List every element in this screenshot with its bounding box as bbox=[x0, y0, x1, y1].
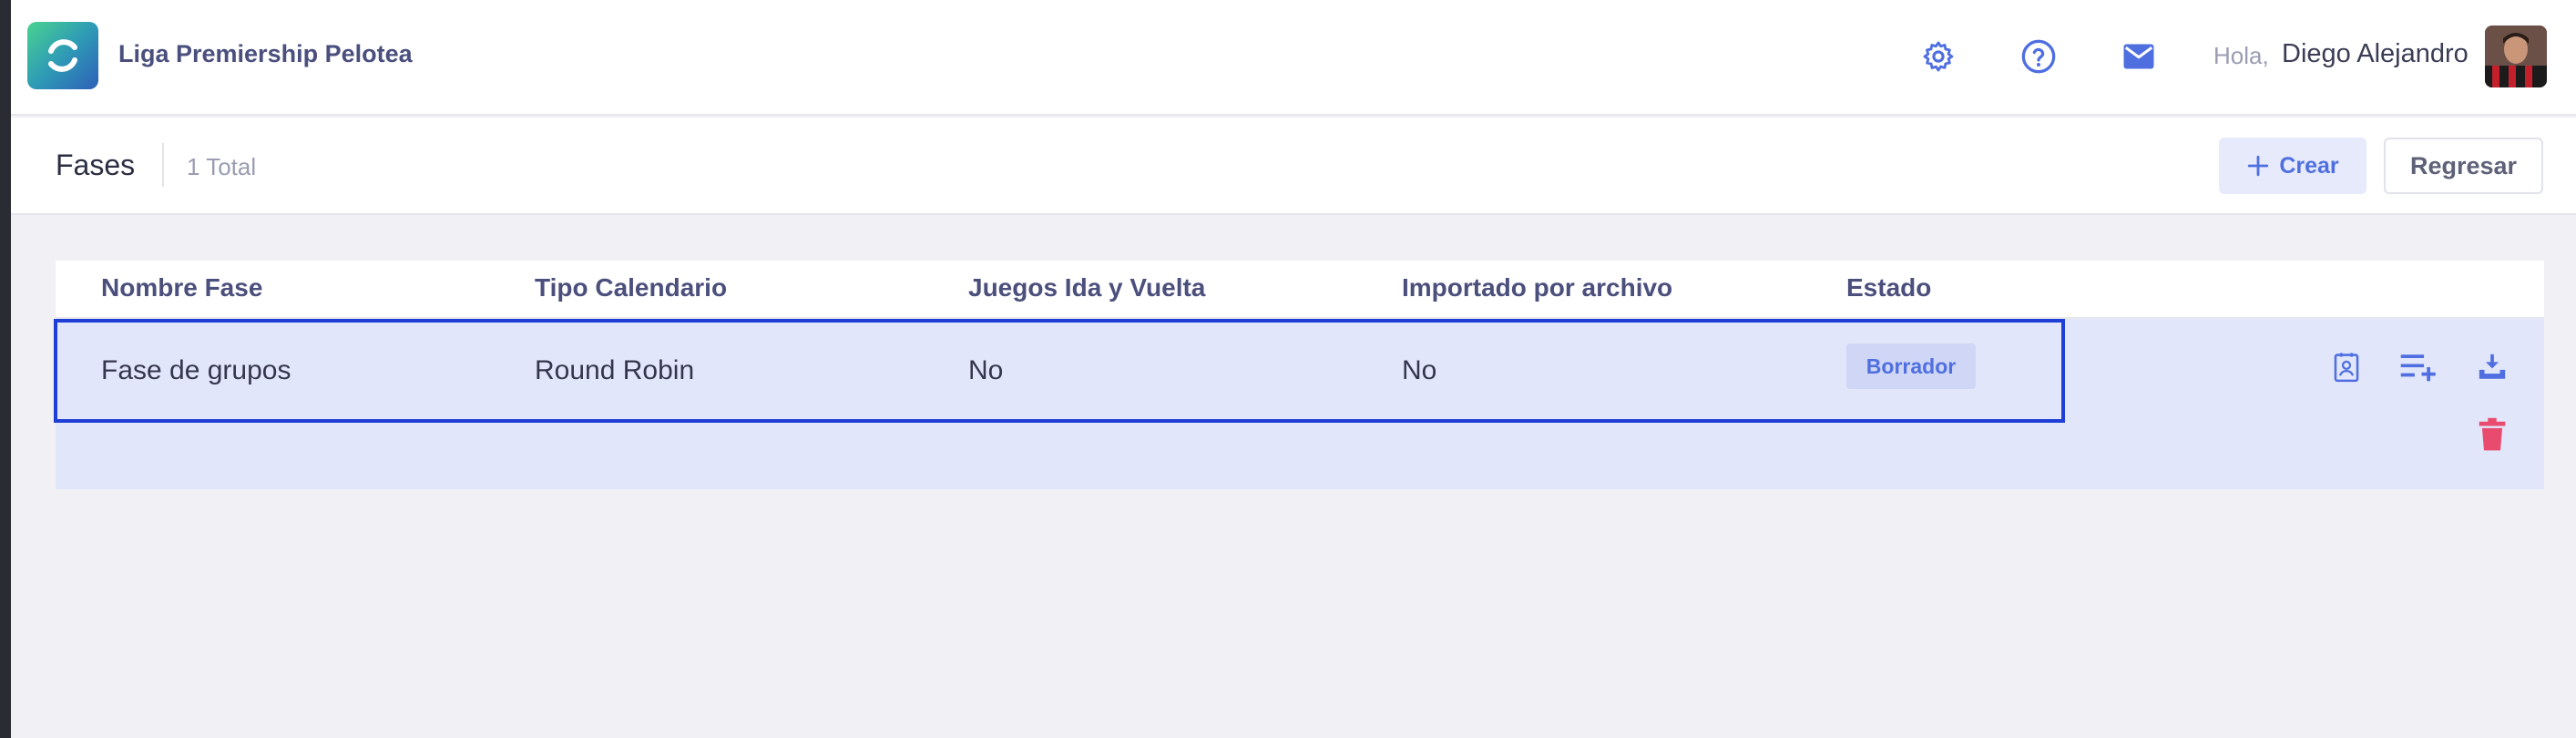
total-count: 1 Total bbox=[187, 153, 257, 180]
download-action-button[interactable] bbox=[2471, 346, 2513, 388]
help-circle-icon bbox=[2021, 39, 2056, 74]
app: Liga Premiership Pelotea Hola, Diego Ale… bbox=[11, 0, 2576, 738]
page-header: Fases 1 Total Crear Regresar bbox=[11, 118, 2576, 215]
trash-icon bbox=[2479, 417, 2506, 451]
column-header-importado[interactable]: Importado por archivo bbox=[1402, 273, 1672, 302]
gear-icon bbox=[1923, 41, 1954, 72]
contact-card-icon bbox=[2334, 353, 2359, 383]
user-photo-icon bbox=[2485, 26, 2547, 87]
add-to-list-action-button[interactable] bbox=[2398, 346, 2440, 388]
cell-importado: No bbox=[1402, 355, 1437, 385]
divider bbox=[162, 143, 164, 187]
help-button[interactable] bbox=[2017, 35, 2060, 78]
plus-icon bbox=[2248, 155, 2269, 177]
brand-name: Liga Premiership Pelotea bbox=[118, 40, 413, 67]
contacts-action-button[interactable] bbox=[2326, 346, 2367, 388]
back-button-label: Regresar bbox=[2409, 151, 2518, 179]
back-button[interactable]: Regresar bbox=[2384, 138, 2543, 194]
messages-button[interactable] bbox=[2117, 35, 2161, 78]
create-button-label: Crear bbox=[2279, 152, 2339, 179]
user-name[interactable]: Diego Alejandro bbox=[2282, 39, 2469, 69]
phases-table: Nombre Fase Tipo Calendario Juegos Ida y… bbox=[54, 261, 2544, 489]
mail-icon bbox=[2123, 44, 2154, 69]
column-header-nombre[interactable]: Nombre Fase bbox=[101, 273, 262, 302]
row-selection-highlight bbox=[54, 319, 2065, 423]
table-row[interactable]: Fase de grupos Round Robin No No Borrado… bbox=[54, 319, 2544, 489]
cell-nombre: Fase de grupos bbox=[101, 355, 291, 385]
cell-ida-vuelta: No bbox=[968, 355, 1004, 385]
column-header-tipo[interactable]: Tipo Calendario bbox=[535, 273, 727, 302]
page-title: Fases bbox=[56, 149, 136, 181]
table-header: Nombre Fase Tipo Calendario Juegos Ida y… bbox=[56, 261, 2544, 319]
refresh-logo-icon bbox=[48, 39, 77, 72]
status-badge: Borrador bbox=[1846, 343, 1976, 389]
top-bar: Liga Premiership Pelotea Hola, Diego Ale… bbox=[11, 0, 2576, 116]
greeting-text: Hola, bbox=[2213, 42, 2269, 69]
playlist-add-icon bbox=[2400, 354, 2436, 382]
column-header-estado[interactable]: Estado bbox=[1846, 273, 1931, 302]
settings-button[interactable] bbox=[1917, 35, 1960, 78]
app-logo[interactable] bbox=[27, 22, 98, 89]
avatar[interactable] bbox=[2485, 26, 2547, 87]
column-header-ida-vuelta[interactable]: Juegos Ida y Vuelta bbox=[968, 273, 1205, 302]
cell-tipo: Round Robin bbox=[535, 355, 695, 385]
download-icon bbox=[2479, 354, 2506, 379]
window-edge bbox=[0, 0, 11, 738]
delete-action-button[interactable] bbox=[2471, 414, 2513, 456]
create-button[interactable]: Crear bbox=[2219, 138, 2366, 194]
